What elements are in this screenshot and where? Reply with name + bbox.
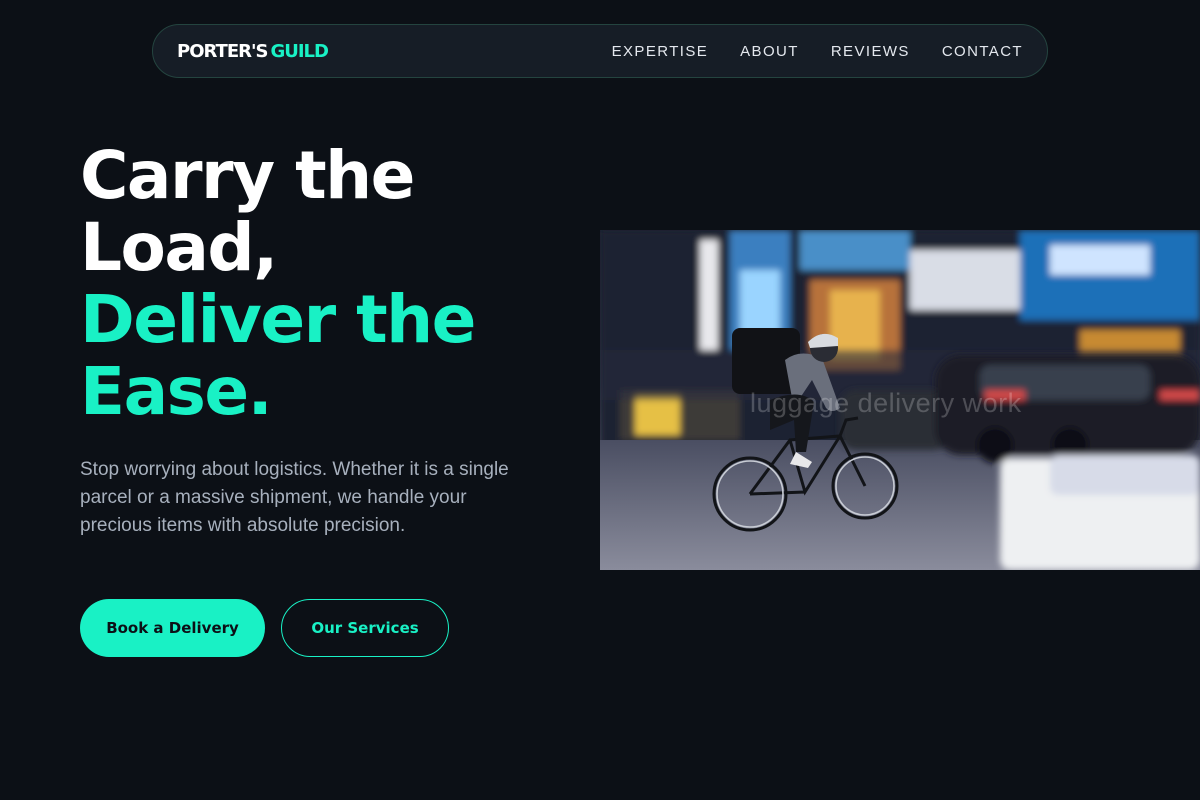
hero-title-line-4: Ease. <box>80 353 273 430</box>
hero-title: Carry the Load, Deliver the Ease. <box>80 140 560 428</box>
nav-menu: EXPERTISE ABOUT REVIEWS CONTACT <box>612 43 1023 60</box>
our-services-button[interactable]: Our Services <box>281 599 449 657</box>
nav-link-about[interactable]: ABOUT <box>740 43 799 60</box>
hero-subtitle: Stop worrying about logistics. Whether i… <box>80 459 509 536</box>
hero-title-line-3: Deliver the <box>80 281 476 358</box>
hero-title-line-1: Carry the <box>80 137 415 214</box>
image-watermark: luggage delivery work <box>750 388 1022 418</box>
top-navbar: PORTER'S GUILD EXPERTISE ABOUT REVIEWS CO… <box>152 24 1048 78</box>
logo-text-guild: GUILD <box>270 40 328 62</box>
nav-link-expertise[interactable]: EXPERTISE <box>612 43 709 60</box>
brand-logo[interactable]: PORTER'S GUILD <box>177 40 329 62</box>
logo-text-porters: PORTER'S <box>177 40 268 62</box>
hero-image: luggage delivery work <box>600 230 1200 570</box>
nav-link-reviews[interactable]: REVIEWS <box>831 43 910 60</box>
hero-title-line-2: Load, <box>80 209 278 286</box>
nav-link-contact[interactable]: CONTACT <box>942 43 1023 60</box>
book-delivery-button[interactable]: Book a Delivery <box>80 599 265 657</box>
